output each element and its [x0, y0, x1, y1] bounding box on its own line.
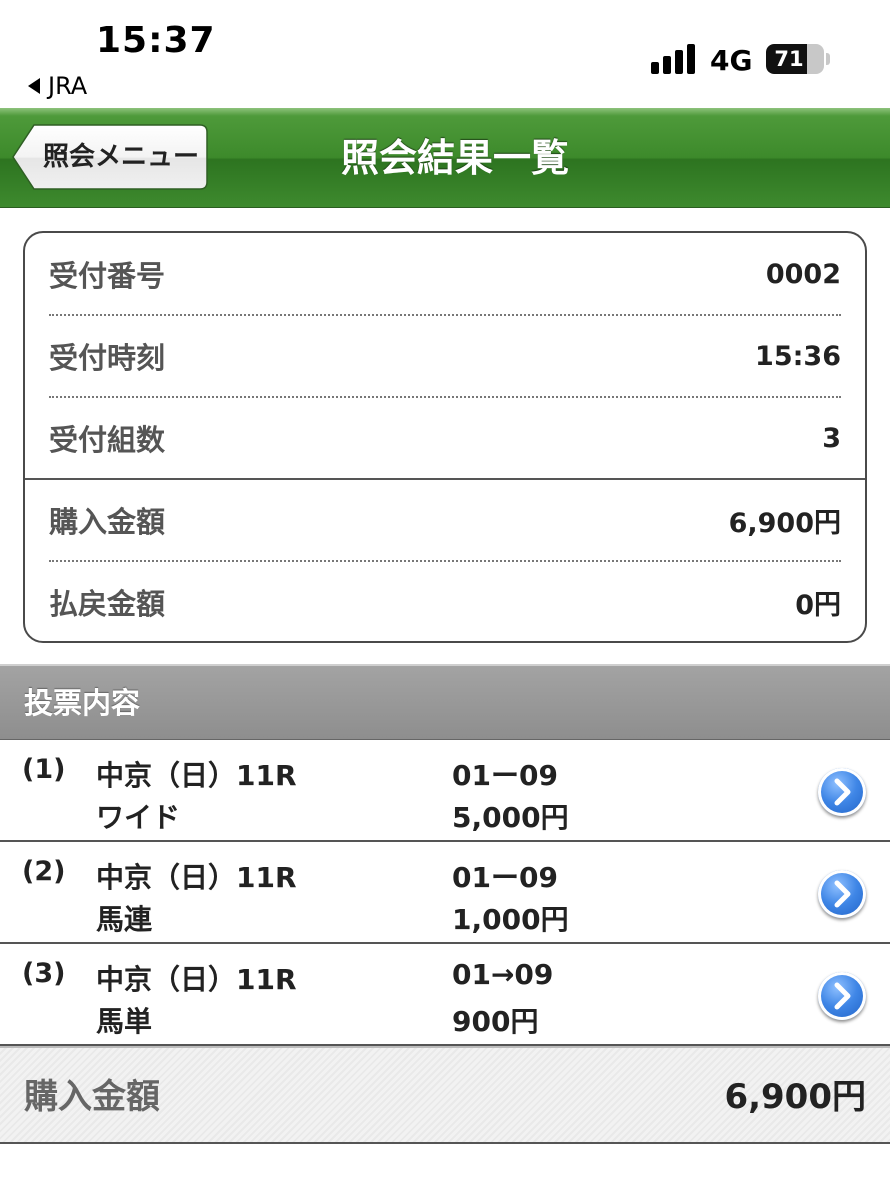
back-triangle-icon [28, 78, 40, 94]
battery-tip [826, 53, 830, 65]
summary-value: 0002 [765, 258, 841, 290]
bet-list-item[interactable]: (2) 中京（日）11R 馬連 01ー09 1,000円 [0, 842, 890, 944]
status-bar: 15:37 JRA 4G 71 [0, 0, 890, 108]
bet-combination: 01→09 [452, 958, 554, 991]
chevron-right-circle-icon[interactable] [818, 972, 866, 1020]
bet-combination: 01ー09 [452, 861, 558, 894]
summary-label: 受付時刻 [49, 341, 166, 375]
bet-amount: 1,000円 [452, 903, 569, 936]
summary-value: 0円 [795, 589, 841, 621]
summary-value: 3 [822, 422, 841, 454]
bet-index: (3) [22, 958, 66, 989]
summary-card: 受付番号 0002 受付時刻 15:36 受付組数 3 購入金額 6,900円 … [23, 231, 867, 643]
status-time: 15:37 [96, 20, 216, 61]
bet-list-item[interactable]: (1) 中京（日）11R ワイド 01ー09 5,000円 [0, 740, 890, 842]
nav-bar: 照会メニュー 照会結果一覧 [0, 108, 890, 208]
summary-value: 15:36 [755, 340, 841, 372]
cellular-signal-icon [651, 44, 697, 74]
bet-index: (2) [22, 856, 66, 887]
bet-type: ワイド [96, 801, 181, 834]
summary-row-bet-count: 受付組数 3 [49, 397, 841, 479]
chevron-right-circle-icon[interactable] [818, 768, 866, 816]
summary-label: 受付番号 [49, 259, 166, 293]
bet-combination: 01ー09 [452, 759, 558, 792]
bet-race: 中京（日）11R [96, 963, 297, 996]
summary-row-receipt-time: 受付時刻 15:36 [49, 315, 841, 397]
bet-race: 中京（日）11R [96, 861, 297, 894]
summary-value: 6,900円 [728, 507, 841, 539]
summary-label: 受付組数 [49, 423, 166, 457]
network-type: 4G [710, 44, 753, 77]
battery-icon: 71 [766, 44, 824, 74]
total-label: 購入金額 [24, 1077, 160, 1117]
battery-level: 71 [774, 47, 804, 71]
summary-label: 購入金額 [49, 505, 166, 539]
status-back-app-label: JRA [48, 72, 88, 100]
bet-amount: 5,000円 [452, 801, 569, 834]
summary-row-payout-amount: 払戻金額 0円 [49, 561, 841, 643]
bet-amount: 900円 [452, 1005, 539, 1038]
section-header: 投票内容 [0, 664, 890, 740]
summary-row-receipt-number: 受付番号 0002 [49, 233, 841, 315]
section-title: 投票内容 [24, 686, 141, 720]
status-back-to-app[interactable]: JRA [28, 72, 87, 100]
summary-label: 払戻金額 [49, 587, 166, 621]
summary-row-purchase-amount: 購入金額 6,900円 [49, 479, 841, 561]
bet-race: 中京（日）11R [96, 759, 297, 792]
total-value: 6,900円 [724, 1077, 866, 1117]
bet-index: (1) [22, 754, 66, 785]
bet-list-item[interactable]: (3) 中京（日）11R 馬単 01→09 900円 [0, 944, 890, 1046]
bet-type: 馬連 [96, 903, 153, 936]
page-title: 照会結果一覧 [340, 136, 569, 180]
chevron-right-circle-icon[interactable] [818, 870, 866, 918]
bet-type: 馬単 [96, 1005, 153, 1038]
total-bar: 購入金額 6,900円 [0, 1046, 890, 1144]
